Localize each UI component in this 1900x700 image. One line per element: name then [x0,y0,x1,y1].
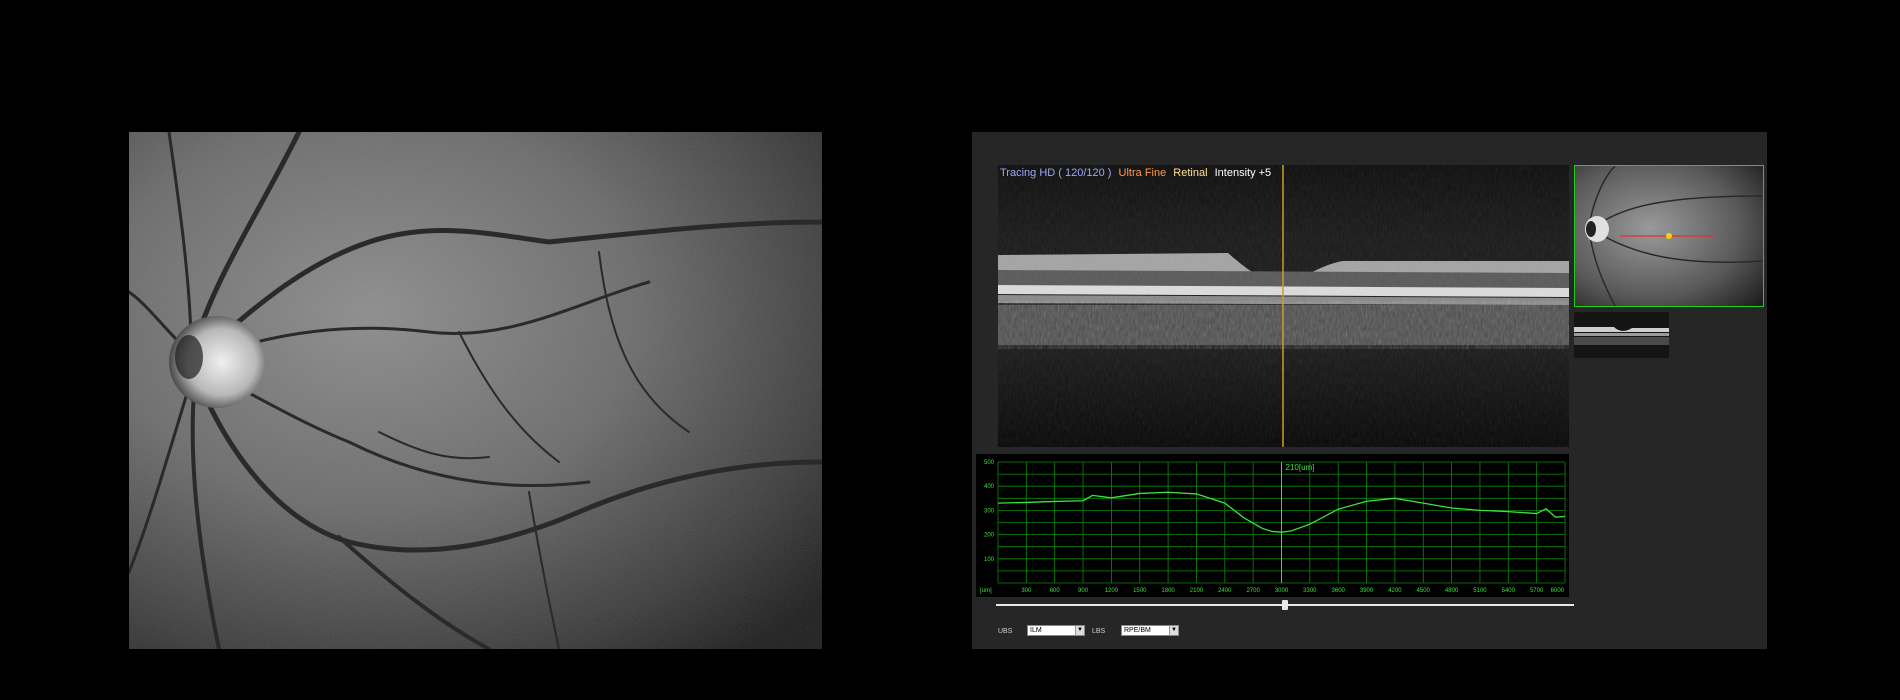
chevron-down-icon[interactable]: ▼ [1169,626,1178,635]
x-tick-label: 2400 [1218,588,1232,594]
x-unit-label: [um] [980,588,992,594]
ubs-selected-value: ILM [1030,627,1042,634]
x-tick-label: 5700 [1530,588,1544,594]
x-tick-label: 6000 [1551,588,1565,594]
cursor-value-label: 210[um] [1286,463,1315,472]
intensity-label: Intensity +5 [1214,167,1272,179]
layer-label: Retinal [1173,167,1208,179]
x-tick-label: 4200 [1388,588,1402,594]
scan-position-thumbnail[interactable] [1574,165,1764,307]
x-tick-label: 2100 [1190,588,1204,594]
thickness-graph[interactable]: 500 400 300 200 100 300 600 900 1200 1500 1800 210… [976,454,1569,597]
x-tick-label: 3600 [1332,588,1346,594]
x-tick-label: 4500 [1417,588,1431,594]
x-tick-label: 3300 [1303,588,1317,594]
ubs-select[interactable]: ILM ▼ [1027,625,1085,636]
lbs-select[interactable]: RPE/BM ▼ [1121,625,1179,636]
ubs-label: UBS [998,628,1013,635]
lbs-selected-value: RPE/BM [1124,627,1151,634]
y-tick-label: 400 [984,484,995,490]
slider-thumb[interactable] [1282,600,1288,610]
quality-label: Ultra Fine [1118,167,1167,179]
x-tick-label: 1500 [1133,588,1147,594]
scan-mode-label: Tracing HD ( 120/120 ) [1000,167,1112,179]
x-tick-label: 3900 [1360,588,1374,594]
bscan-header: Tracing HD ( 120/120 ) Ultra Fine Retina… [1000,167,1275,179]
y-tick-label: 100 [984,557,995,563]
y-tick-label: 500 [984,460,995,466]
x-tick-label: 600 [1050,588,1061,594]
y-tick-label: 200 [984,533,995,539]
x-tick-label: 2700 [1246,588,1260,594]
mini-bscan-preview[interactable] [1574,312,1669,358]
x-tick-label: 900 [1078,588,1089,594]
x-tick-label: 1200 [1105,588,1119,594]
chevron-down-icon[interactable]: ▼ [1075,626,1084,635]
x-tick-label: 1800 [1161,588,1175,594]
x-tick-label: 5400 [1502,588,1516,594]
oct-bscan-image[interactable] [998,165,1569,447]
y-tick-label: 300 [984,508,995,514]
lbs-label: LBS [1092,628,1106,635]
oct-viewer-panel: Tracing HD ( 120/120 ) Ultra Fine Retina… [972,132,1767,649]
x-tick-label: 300 [1021,588,1032,594]
fundus-image [129,132,822,649]
x-tick-label: 3000 [1275,588,1289,594]
x-tick-label: 5100 [1473,588,1487,594]
x-tick-label: 4800 [1445,588,1459,594]
scan-position-slider[interactable] [996,600,1574,610]
